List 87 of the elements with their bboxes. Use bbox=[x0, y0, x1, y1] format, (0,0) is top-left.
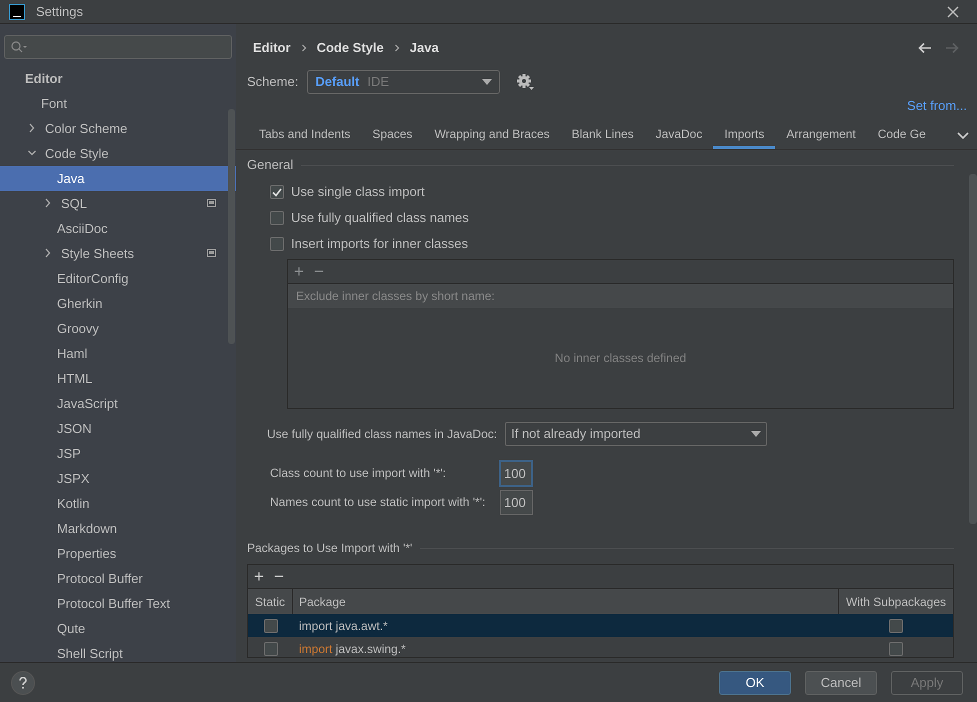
tree-section-header[interactable]: Editor bbox=[25, 68, 63, 88]
field-label: Names count to use static import with '*': bbox=[270, 494, 486, 511]
tree-item[interactable]: JSON bbox=[57, 418, 92, 438]
checkbox[interactable] bbox=[270, 211, 284, 225]
empty-state-text: No inner classes defined bbox=[554, 350, 686, 367]
checkbox-label: Use single class import bbox=[291, 183, 425, 202]
close-icon[interactable] bbox=[947, 6, 959, 18]
question-mark-icon bbox=[19, 676, 27, 688]
tree-item[interactable]: Java bbox=[57, 168, 84, 188]
chevron-right-icon[interactable] bbox=[44, 248, 52, 258]
tab[interactable]: Tabs and Indents bbox=[248, 118, 362, 149]
number-field[interactable]: 100 bbox=[499, 460, 533, 486]
table-row[interactable]: import java.awt.* bbox=[248, 614, 953, 637]
tree-item[interactable]: Protocol Buffer Text bbox=[57, 594, 170, 614]
checkbox[interactable] bbox=[270, 237, 284, 251]
tree-item[interactable]: Color Scheme bbox=[45, 118, 128, 138]
tree-item[interactable]: JSP bbox=[57, 444, 81, 464]
checkbox[interactable] bbox=[264, 618, 278, 632]
chevron-down-icon[interactable] bbox=[957, 132, 969, 140]
tree-item[interactable]: EditorConfig bbox=[57, 268, 129, 288]
chevron-right-icon bbox=[394, 44, 400, 52]
checkbox[interactable] bbox=[264, 642, 278, 656]
gear-icon[interactable] bbox=[516, 73, 534, 91]
scheme-dropdown[interactable]: Default IDE bbox=[307, 70, 500, 94]
tree-item[interactable]: SQL bbox=[61, 194, 88, 214]
tree-item[interactable]: Kotlin bbox=[57, 494, 90, 514]
column-header[interactable]: With Subpackages bbox=[839, 589, 953, 614]
tree-item[interactable]: Markdown bbox=[57, 518, 117, 538]
tree-item[interactable]: Style Sheets bbox=[61, 244, 134, 264]
tab[interactable]: Imports bbox=[713, 118, 776, 149]
tree-item[interactable]: Qute bbox=[57, 618, 86, 638]
field-label: Use fully qualified class names in JavaDoc: bbox=[267, 426, 498, 443]
section-title: General bbox=[247, 156, 294, 174]
field-label: Class count to use import with '*': bbox=[270, 465, 447, 482]
column-header: Exclude inner classes by short name: bbox=[288, 284, 953, 308]
add-button[interactable]: + bbox=[294, 263, 304, 280]
javadoc-dropdown[interactable]: If not already imported bbox=[505, 422, 768, 446]
tree-item[interactable]: Haml bbox=[57, 344, 88, 364]
tab[interactable]: Blank Lines bbox=[560, 118, 645, 149]
tree-item[interactable]: Shell Script bbox=[57, 644, 123, 662]
chevron-right-icon[interactable] bbox=[44, 198, 52, 208]
app-logo-icon bbox=[9, 4, 25, 20]
tab[interactable]: JavaDoc bbox=[644, 118, 714, 149]
table-row[interactable]: import javax.swing.* bbox=[248, 637, 953, 657]
breadcrumb-item[interactable]: Editor bbox=[253, 38, 291, 58]
tree-item[interactable]: JSPX bbox=[57, 468, 90, 488]
tab[interactable]: Spaces bbox=[361, 118, 424, 149]
table-cell-text: import java.awt.* bbox=[298, 618, 389, 634]
tree-item[interactable]: Code Style bbox=[45, 144, 109, 164]
caret-icon bbox=[482, 79, 492, 85]
dialog-button[interactable]: OK bbox=[719, 670, 791, 694]
search-field[interactable] bbox=[4, 35, 232, 59]
number-field[interactable]: 100 bbox=[500, 490, 533, 514]
checkbox[interactable] bbox=[270, 185, 284, 199]
tree-item[interactable]: Protocol Buffer bbox=[57, 568, 143, 588]
tree-item[interactable]: Properties bbox=[57, 544, 116, 564]
breadcrumb-item[interactable]: Java bbox=[410, 38, 439, 58]
tree-item[interactable]: Groovy bbox=[57, 318, 99, 338]
search-icon bbox=[11, 40, 27, 53]
checkbox-label: Use fully qualified class names bbox=[291, 209, 469, 228]
dialog-button[interactable]: Cancel bbox=[805, 670, 877, 694]
checkbox[interactable] bbox=[889, 642, 903, 656]
scrollbar[interactable] bbox=[228, 109, 235, 344]
checkbox[interactable] bbox=[889, 618, 903, 632]
breadcrumb-item[interactable]: Code Style bbox=[316, 38, 384, 58]
checkbox-label: Insert imports for inner classes bbox=[291, 235, 468, 254]
help-button[interactable] bbox=[11, 670, 35, 694]
scheme-label: Scheme: bbox=[247, 73, 298, 92]
section-title: Packages to Use Import with '*' bbox=[247, 540, 412, 557]
remove-button[interactable]: − bbox=[314, 263, 324, 280]
back-arrow-icon[interactable] bbox=[918, 42, 932, 54]
table-cell-text: import javax.swing.* bbox=[298, 640, 407, 657]
set-from-link[interactable]: Set from... bbox=[907, 96, 967, 114]
tree-item[interactable]: HTML bbox=[57, 368, 92, 388]
chevron-right-icon bbox=[300, 44, 307, 52]
window-title: Settings bbox=[36, 2, 83, 21]
tab[interactable]: Arrangement bbox=[775, 118, 867, 149]
add-button[interactable]: + bbox=[254, 568, 264, 585]
tree-item[interactable]: Gherkin bbox=[57, 294, 103, 314]
tab[interactable]: Wrapping and Braces bbox=[423, 118, 561, 149]
tree-item[interactable]: Font bbox=[41, 94, 68, 114]
tab[interactable]: Code Ge bbox=[866, 118, 937, 149]
tree-item[interactable]: JavaScript bbox=[57, 394, 118, 414]
chevron-right-icon[interactable] bbox=[28, 123, 36, 134]
caret-icon bbox=[751, 431, 762, 437]
remove-button[interactable]: − bbox=[274, 568, 284, 585]
tree-item[interactable]: AsciiDoc bbox=[57, 218, 108, 238]
